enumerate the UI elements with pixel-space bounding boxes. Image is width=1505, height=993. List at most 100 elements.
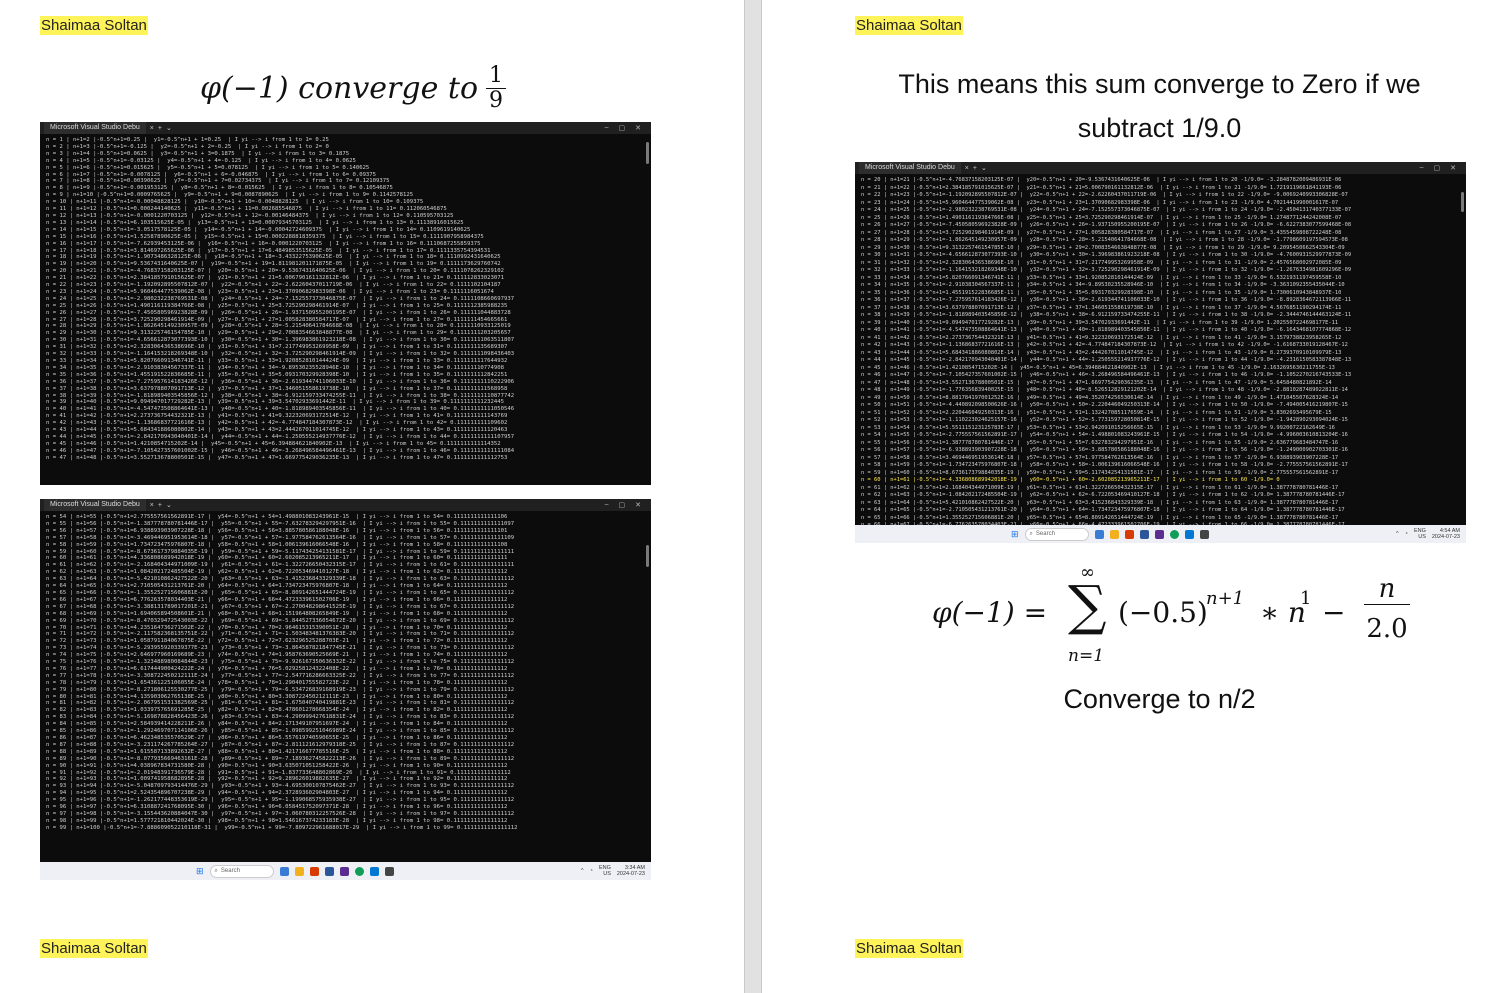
terminal-tab[interactable]: Microsoft Visual Studio Debu — [859, 162, 961, 174]
wifi-icon[interactable]: ◔ — [1405, 531, 1408, 537]
close-icon[interactable]: ✕ — [635, 501, 641, 509]
folder-icon[interactable] — [1109, 529, 1119, 539]
new-tab-icon[interactable]: + — [158, 125, 162, 132]
footer-author: Shaimaa Soltan — [40, 939, 148, 958]
clock[interactable]: 3:34 AM 2024-07-23 — [617, 865, 645, 877]
office-icon[interactable] — [309, 866, 319, 876]
maximize-icon[interactable]: ▢ — [1434, 164, 1441, 172]
terminal-line: n = 27 | n+1=28 |-0.5^n+1=3.725290298461… — [861, 229, 1342, 236]
language-indicator[interactable]: ENG US — [1414, 528, 1426, 540]
maximize-icon[interactable]: ▢ — [619, 501, 626, 509]
terminal-line: n = 9 | n+1=10 |-0.5^n+1=0.0009765625 | … — [46, 192, 414, 199]
chevron-up-icon[interactable]: ^ — [581, 868, 584, 874]
edge-icon[interactable] — [1184, 529, 1194, 539]
edge-icon[interactable] — [369, 866, 379, 876]
terminal-line: n = 37 | n+1=38 |-0.5^n+1=3.637978807091… — [861, 304, 1342, 311]
app-icon[interactable] — [1094, 529, 1104, 539]
terminal-scrollbar[interactable] — [646, 545, 649, 567]
terminal-line: n = 21 | n+1=22 |-0.5^n+1=2.384185791015… — [46, 275, 505, 282]
terminal-line: n = 79 | n+1=80 |-0.5^n+1=-8.27180612553… — [46, 686, 515, 693]
terminal-line: n = 64 | n+1=65 |-0.5^n+1=2.710505431213… — [46, 583, 508, 590]
terminal-line: n = 62 | n+1=63 |-0.5^n+1=1.084202172485… — [46, 569, 508, 576]
sum-lower-limit: n=1 — [1068, 646, 1105, 666]
terminal-line: n = 31 | n+1=32 |-0.5^n+1=2.328306436538… — [46, 344, 508, 351]
tab-dropdown-icon[interactable]: ⌄ — [981, 164, 987, 172]
search-label: Search — [220, 868, 240, 874]
terminal-tab[interactable]: Microsoft Visual Studio Debu — [44, 122, 146, 134]
terminal-line: n = 23 | n+1=24 |-0.5^n+1=5.960464477539… — [861, 199, 1339, 206]
clock[interactable]: 4:54 AM 2024-07-23 — [1432, 528, 1460, 540]
terminal-line: n = 78 | n+1=79 |-0.5^n+1=1.654361225106… — [46, 679, 508, 686]
terminal-line: n = 1 | n+1=2 |-0.5^n+1=0.25 | y1=-0.5^n… — [46, 137, 329, 143]
office-icon[interactable] — [1124, 529, 1134, 539]
terminal-line: n = 47 | n+1=48 |-0.5^n+1=3.552713678800… — [861, 379, 1332, 386]
terminal-line: n = 68 | n+1=69 |-0.5^n+1=1.694065894508… — [46, 610, 508, 617]
sum-symbol: ∑ — [1068, 574, 1107, 637]
chevron-up-icon[interactable]: ^ — [1396, 531, 1399, 537]
terminal-line: n = 46 | n+1=47 |-0.5^n+1=-7.10542735760… — [46, 447, 515, 454]
terminal-line: n = 40 | n+1=41 |-0.5^n+1=-4.54747350886… — [861, 327, 1352, 333]
new-tab-icon[interactable]: + — [973, 165, 977, 172]
terminal-line: n = 90 | n+1=91 |-0.5^n+1=4.038967834731… — [46, 762, 508, 769]
visual-studio-icon[interactable] — [1154, 529, 1164, 539]
terminal-tab[interactable]: Microsoft Visual Studio Debu — [44, 499, 146, 511]
chrome-icon[interactable] — [1169, 529, 1179, 539]
terminal-line: n = 3 | n+1=4 |-0.5^n+1=0.0625 | y3=-0.5… — [46, 150, 350, 157]
word-icon[interactable] — [324, 866, 334, 876]
terminal-line: n = 27 | n+1=28 |-0.5^n+1=3.725290298461… — [46, 316, 508, 323]
terminal-app-icon[interactable] — [384, 866, 394, 876]
terminal-line: n = 89 | n+1=90 |-0.5^n+1=-8.07793566946… — [46, 755, 515, 762]
terminal-line: n = 47 | n+1=48 |-0.5^n+1=3.552713678800… — [46, 454, 508, 461]
app-icon[interactable] — [279, 866, 289, 876]
formula-lhs: φ(−1) = — [932, 596, 1048, 629]
terminal-line: n = 35 | n+1=36 |-0.5^n+1=1.455191522836… — [46, 371, 508, 378]
visual-studio-icon[interactable] — [339, 866, 349, 876]
wifi-icon[interactable]: ◔ — [590, 868, 593, 874]
folder-icon[interactable] — [294, 866, 304, 876]
minimize-icon[interactable]: – — [605, 501, 609, 509]
document-page-right: Shaimaa Soltan This means this sum conve… — [762, 0, 1505, 993]
close-icon[interactable]: ✕ — [635, 124, 641, 132]
terminal-line: n = 58 | n+1=59 |-0.5^n+1=1.734723475976… — [46, 541, 508, 548]
terminal-line: n = 6 | n+1=7 |-0.5^n+1=-0.0078125 | y6=… — [46, 171, 377, 178]
terminal-scrollbar[interactable] — [646, 142, 649, 164]
windows-start-icon[interactable]: ⊞ — [196, 866, 204, 877]
windows-start-icon[interactable]: ⊞ — [1011, 529, 1019, 540]
terminal-line: n = 25 | n+1=26 |-0.5^n+1=1.490116119384… — [861, 214, 1342, 221]
terminal-line: n = 15 | n+1=16 |-0.5^n+1=1.52587890625E… — [46, 233, 484, 240]
taskbar-search[interactable]: ⌕ Search — [209, 864, 274, 878]
terminal-line: n = 34 | n+1=35 |-0.5^n+1=-2.91038304567… — [861, 282, 1345, 288]
word-icon[interactable] — [1139, 529, 1149, 539]
minimize-icon[interactable]: – — [605, 124, 609, 132]
tab-dropdown-icon[interactable]: ⌄ — [166, 124, 172, 132]
terminal-line: n = 76 | n+1=77 |-0.5^n+1=6.617444900424… — [46, 665, 508, 672]
close-icon[interactable]: ✕ — [1450, 164, 1456, 172]
maximize-icon[interactable]: ▢ — [619, 124, 626, 132]
terminal-line: n = 19 | n+1=20 |-0.5^n+1=9.536743164062… — [46, 261, 501, 268]
formula-fraction-numerator: n — [1364, 574, 1410, 605]
tab-dropdown-icon[interactable]: ⌄ — [166, 501, 172, 509]
chrome-icon[interactable] — [354, 866, 364, 876]
language-indicator[interactable]: ENG US — [599, 865, 611, 877]
terminal-line: n = 58 | n+1=59 |-0.5^n+1=-1.73472347597… — [861, 462, 1348, 468]
close-tab-icon[interactable]: × — [965, 165, 969, 172]
close-tab-icon[interactable]: × — [150, 502, 154, 509]
footer-author: Shaimaa Soltan — [855, 939, 963, 958]
terminal-line: n = 26 | n+1=27 |-0.5^n+1=-7.45058059692… — [46, 309, 511, 316]
terminal-line: n = 39 | n+1=40 |-0.5^n+1=9.094947017729… — [46, 399, 505, 406]
terminal-line: n = 55 | n+1=56 |-0.5^n+1=-1.38777878078… — [46, 520, 515, 527]
terminal-line: n = 5 | n+1=6 |-0.5^n+1=0.015625 | y5=-0… — [46, 164, 370, 171]
terminal-line: n = 23 | n+1=24 |-0.5^n+1=5.960464477539… — [46, 288, 494, 295]
taskbar-search[interactable]: ⌕ Search — [1024, 527, 1089, 541]
terminal-line: n = 24 | n+1=25 |-0.5^n+1=-2.98023223876… — [46, 295, 515, 302]
minimize-icon[interactable]: – — [1420, 164, 1424, 172]
terminal-line: n = 10 | n+1=11 |-0.5^n+1=-0.00048828125… — [46, 199, 424, 206]
fraction-numerator: 1 — [486, 64, 507, 89]
terminal-app-icon[interactable] — [1199, 529, 1209, 539]
series-formula: φ(−1) = ∞ ∑ n=1 (−0.5) n+1 ∗ n 1 − n 2.0 — [932, 562, 1412, 672]
new-tab-icon[interactable]: + — [158, 502, 162, 509]
terminal-line: n = 24 | n+1=25 |-0.5^n+1=-2.98023223876… — [861, 207, 1352, 213]
terminal-line: n = 37 | n+1=38 |-0.5^n+1=3.637978807091… — [46, 385, 508, 392]
terminal-scrollbar[interactable] — [1461, 192, 1464, 212]
close-tab-icon[interactable]: × — [150, 125, 154, 132]
